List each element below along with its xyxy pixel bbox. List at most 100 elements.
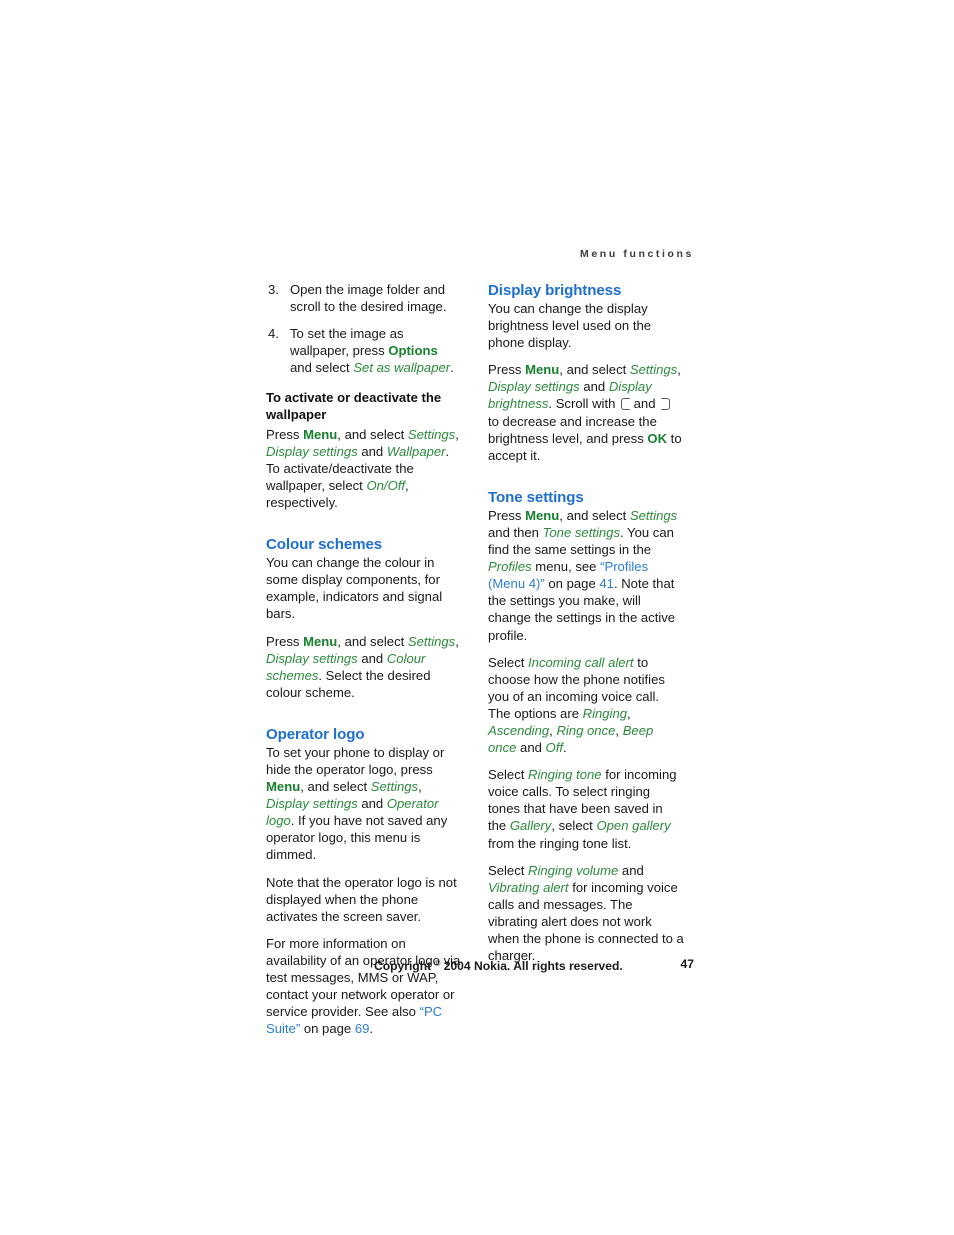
document-page: Menu functions 3. Open the image folder … <box>0 0 954 1235</box>
text-part: , <box>627 705 631 721</box>
option-ring-once: Ring once <box>556 722 616 738</box>
text-part: menu, see <box>531 559 601 575</box>
menu-item-on: On <box>366 477 384 493</box>
text-part: , and select <box>300 779 371 795</box>
options-key-label: Options <box>388 343 438 359</box>
heading-display-brightness: Display brightness <box>488 282 622 299</box>
text-part: Press <box>266 633 304 649</box>
scroll-left-key-icon <box>620 398 630 411</box>
cross-reference-page-69[interactable]: 69 <box>355 1021 370 1036</box>
text-part: Select <box>488 654 529 670</box>
menu-item-profiles: Profiles <box>488 559 532 575</box>
menu-item-gallery: Gallery <box>509 818 552 834</box>
paragraph-colour-schemes-steps: Press Menu, and select Settings, Display… <box>266 633 462 701</box>
ok-key-label: OK <box>647 430 668 446</box>
step-number: 3. <box>268 282 279 297</box>
paragraph-display-brightness-intro: You can change the display brightness le… <box>488 301 652 351</box>
menu-item-ringing-tone: Ringing tone <box>528 767 602 783</box>
text-part: , <box>418 779 422 795</box>
page-number: 47 <box>680 957 694 971</box>
menu-item-settings: Settings <box>370 779 419 795</box>
text-part: and <box>618 862 644 878</box>
text-part: . <box>563 740 567 756</box>
text-part: To set your phone to display or hide the… <box>266 744 445 777</box>
menu-item-off: Off <box>387 477 406 493</box>
text-part: Select <box>488 862 529 878</box>
list-item: 4. To set the image as wallpaper, press … <box>266 325 462 376</box>
text-part: and <box>357 650 387 666</box>
text-part: Press <box>266 426 304 442</box>
text-part: to decrease and increase the brightness … <box>488 413 657 446</box>
step-text-part: To set the image as wallpaper, press <box>290 326 404 359</box>
text-part: Select <box>488 767 529 783</box>
step-text-part: and select <box>290 360 354 376</box>
right-column: Display brightness You can change the di… <box>488 281 684 964</box>
paragraph-wallpaper-instructions: Press Menu, and select Settings, Display… <box>266 426 462 511</box>
text-part: and <box>630 396 660 412</box>
menu-key-label: Menu <box>266 779 301 795</box>
menu-item-settings: Settings <box>629 362 678 378</box>
page-body-columns: 3. Open the image folder and scroll to t… <box>266 281 694 1036</box>
left-column: 3. Open the image folder and scroll to t… <box>266 281 462 1037</box>
text-part: , and select <box>559 507 630 523</box>
menu-item-display-settings: Display settings <box>266 650 358 666</box>
menu-item-tone-settings: Tone settings <box>542 524 621 540</box>
list-item: 3. Open the image folder and scroll to t… <box>266 281 462 315</box>
menu-item-settings: Settings <box>629 507 678 523</box>
text-part: , and select <box>559 362 630 378</box>
menu-item-wallpaper: Wallpaper <box>386 443 446 459</box>
paragraph-operator-logo-note: Note that the operator logo is not displ… <box>266 874 457 924</box>
text-part: , and select <box>337 426 408 442</box>
text-part: Copyright <box>374 959 435 973</box>
text-part: Press <box>488 362 526 378</box>
option-ascending: Ascending <box>488 722 550 738</box>
text-part: Press <box>488 507 526 523</box>
text-part: . <box>369 1021 374 1037</box>
cross-reference-page-41[interactable]: 41 <box>599 576 614 591</box>
text-part: from the ringing tone list. <box>488 835 632 851</box>
text-part: on page <box>544 576 600 592</box>
step-text-part: . <box>450 360 454 376</box>
menu-key-label: Menu <box>303 633 338 649</box>
paragraph-incoming-call-alert: Select Incoming call alert to choose how… <box>488 654 684 757</box>
paragraph-tone-settings-steps: Press Menu, and select Settings and then… <box>488 507 684 644</box>
menu-item-display-settings: Display settings <box>488 379 580 395</box>
menu-item-ringing-volume: Ringing volume <box>528 862 619 878</box>
menu-item-display-settings: Display settings <box>266 796 358 812</box>
text-part: and <box>357 796 387 812</box>
heading-colour-schemes: Colour schemes <box>266 536 383 554</box>
text-part: 2004 Nokia. All rights reserved. <box>440 959 623 973</box>
paragraph-colour-schemes-intro: You can change the colour in some displa… <box>266 555 443 622</box>
menu-item-incoming-call-alert: Incoming call alert <box>528 654 634 670</box>
menu-key-label: Menu <box>303 426 338 442</box>
text-part: . Scroll with <box>548 396 619 412</box>
numbered-step-list: 3. Open the image folder and scroll to t… <box>266 281 462 376</box>
copyright-notice: Copyright © 2004 Nokia. All rights reser… <box>374 956 623 974</box>
menu-item-display-settings: Display settings <box>266 443 358 459</box>
menu-item-set-as-wallpaper: Set as wallpaper <box>353 360 451 376</box>
text-part: and <box>516 740 546 756</box>
text-part: and <box>357 443 387 459</box>
menu-key-label: Menu <box>525 362 560 378</box>
page-footer: Copyright © 2004 Nokia. All rights reser… <box>266 956 694 974</box>
text-part: , <box>455 426 459 442</box>
text-part: , <box>677 362 681 378</box>
scroll-right-key-icon <box>660 398 671 411</box>
option-ringing: Ringing <box>582 705 628 721</box>
text-part: , <box>455 633 459 649</box>
step-text: Open the image folder and scroll to the … <box>290 282 447 315</box>
step-number: 4. <box>268 326 279 342</box>
text-part: , select <box>551 818 597 834</box>
text-part: , and select <box>337 633 408 649</box>
running-header: Menu functions <box>580 248 694 260</box>
text-part: and then <box>488 524 543 540</box>
menu-item-vibrating-alert: Vibrating alert <box>488 879 569 895</box>
heading-tone-settings: Tone settings <box>488 488 584 506</box>
option-off: Off <box>545 740 563 756</box>
menu-key-label: Menu <box>525 507 560 523</box>
menu-item-open-gallery: Open gallery <box>596 818 671 834</box>
paragraph-ringing-volume: Select Ringing volume and Vibrating aler… <box>488 862 684 965</box>
menu-item-settings: Settings <box>407 633 456 649</box>
paragraph-operator-logo-steps: To set your phone to display or hide the… <box>266 744 462 864</box>
menu-item-settings: Settings <box>407 426 456 442</box>
